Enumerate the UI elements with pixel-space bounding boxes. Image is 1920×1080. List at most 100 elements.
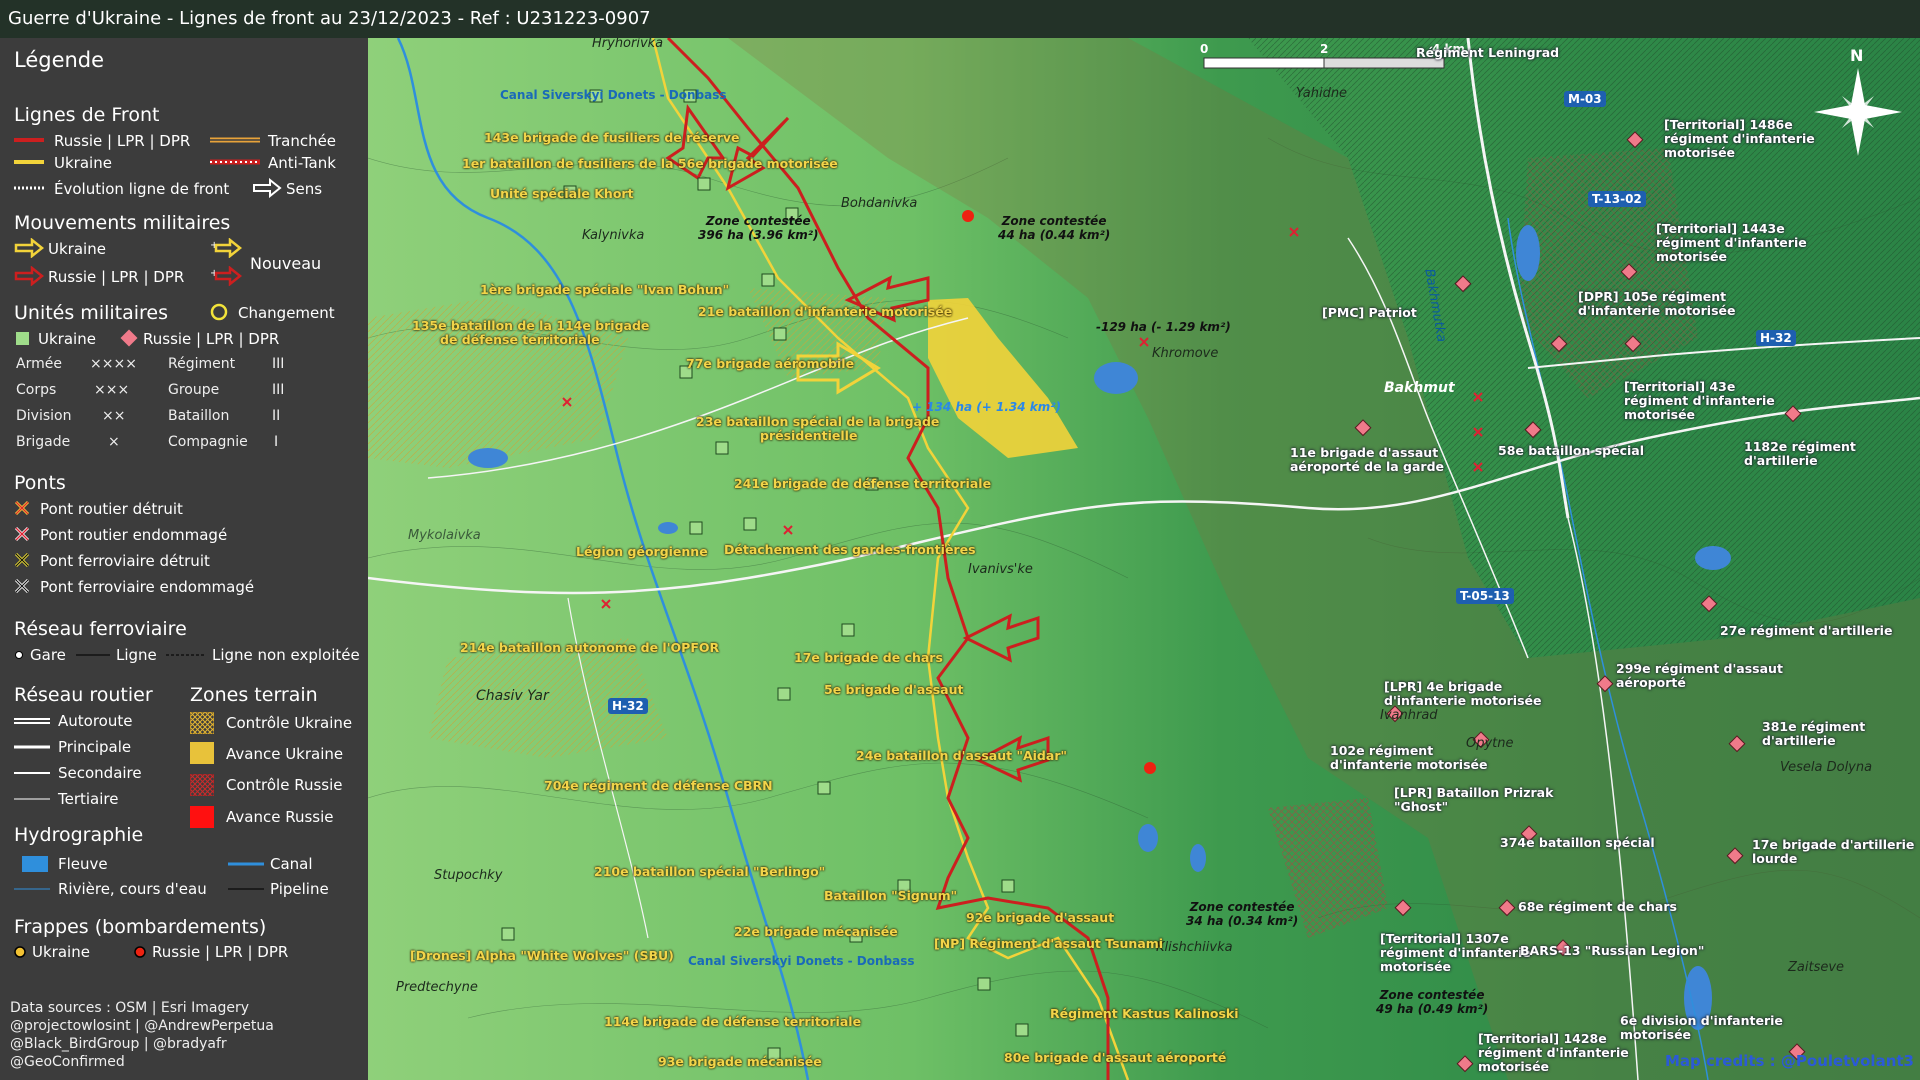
rail-unused-label: Ligne non exploitée <box>212 646 360 664</box>
russia-line-swatch <box>14 138 44 142</box>
russia-advance-swatch <box>190 806 214 828</box>
town-stupochky: Stupochky <box>434 868 503 883</box>
new-russia-arrow-icon: + <box>210 266 243 286</box>
terrain-ua-control-label: Contrôle Ukraine <box>226 714 353 732</box>
ua-unit-label: Détachement des gardes-frontières <box>724 542 976 557</box>
ukraine-advance-swatch <box>190 742 214 764</box>
ru-unit-label: régiment d'infanterie <box>1624 393 1775 408</box>
russia-strike-dot <box>1144 762 1156 774</box>
stream-swatch <box>14 888 50 890</box>
ru-unit-label: d'artillerie <box>1762 733 1836 748</box>
trench-swatch <box>210 137 260 143</box>
ukraine-strike-dot-icon <box>14 946 26 958</box>
ua-unit-label: 1ère brigade spéciale "Ivan Bohun" <box>480 282 730 297</box>
zone-3-area: 34 ha (0.34 km²) <box>1186 914 1299 928</box>
unit-ukraine-label: Ukraine <box>38 330 96 348</box>
echelon-group-symbol: III <box>272 382 285 398</box>
ru-unit-label: 381e régiment <box>1762 719 1866 734</box>
ru-unit-label: 102e régiment <box>1330 743 1434 758</box>
echelon-army: Armée <box>16 356 62 372</box>
change-label: Changement <box>238 304 335 322</box>
strike-ukraine-label: Ukraine <box>32 943 90 961</box>
ru-unit-label: 68e régiment de chars <box>1518 899 1677 914</box>
change-circle-icon <box>210 303 228 321</box>
echelon-brigade-symbol: × <box>108 434 120 450</box>
main-road-swatch <box>14 745 50 749</box>
ru-unit-label: [PMC] Patriot <box>1322 305 1417 320</box>
source-line-1: Data sources : OSM | Esri Imagery <box>10 1000 250 1016</box>
ru-unit-label: aéroporté de la garde <box>1290 459 1444 474</box>
map-canvas[interactable]: 0 2 4 km N Bohdanivka Kalynivka Chasiv Y… <box>368 38 1920 1080</box>
ru-unit-label: "Ghost" <box>1394 799 1449 814</box>
roads-title: Réseau routier <box>14 684 153 706</box>
source-line-2: @projectowlosint | @AndrewPerpetua <box>10 1018 274 1034</box>
scale-label-0: 0 <box>1200 42 1209 56</box>
ru-unit-label: [LPR] Bataillon Prizrak <box>1394 785 1554 800</box>
ru-unit-label: [Territorial] 43e <box>1624 379 1736 394</box>
ru-unit-label: [LPR] 4e brigade <box>1384 679 1503 694</box>
zone-3-title: Zone contestée <box>1189 900 1295 914</box>
ua-unit-label: 5e brigade d'assaut <box>824 682 964 697</box>
source-line-3: @Black_BirdGroup | @bradyafr <box>10 1036 227 1052</box>
front-russia-label: Russie | LPR | DPR <box>54 132 191 150</box>
ru-unit-label: 58e bataillon spécial <box>1498 443 1644 458</box>
ua-unit-label: 214e bataillon autonome de l'OPFOR <box>460 640 720 655</box>
front-ukraine-label: Ukraine <box>54 154 112 172</box>
ru-unit-label: BARS-13 "Russian Legion" <box>1520 943 1705 958</box>
town-ivanhrad: Ivanhrad <box>1380 708 1438 723</box>
ru-unit-label: 299e régiment d'assaut <box>1616 661 1783 676</box>
ru-unit-label: d'infanterie motorisée <box>1384 693 1542 708</box>
ru-unit-label: motorisée <box>1624 407 1696 422</box>
north-label: N <box>1850 46 1864 65</box>
zone-contested-2: Zone contestée 44 ha (0.44 km²) <box>998 214 1110 242</box>
ua-unit-label: 241e brigade de défense territoriale <box>734 476 992 491</box>
ukraine-move-arrow-icon <box>14 238 44 258</box>
canal-label-north: Canal Siverskyi Donets - Donbass <box>500 88 727 102</box>
ua-unit-label: 135e bataillon de la 114e brigade <box>412 318 650 333</box>
road-bridge-destroyed-icon <box>14 500 30 516</box>
evolution-swatch <box>14 186 44 190</box>
rail-station-label: Gare <box>30 646 66 664</box>
ru-unit-label: régiment d'infanterie <box>1380 945 1531 960</box>
hydro-canal-label: Canal <box>270 855 313 873</box>
ru-unit-label: motorisée <box>1380 959 1452 974</box>
river-swatch <box>22 856 48 872</box>
town-ivanivske: Ivanivs'ke <box>968 562 1033 577</box>
ua-unit-label: 93e brigade mécanisée <box>658 1054 822 1069</box>
direction-label: Sens <box>286 180 323 198</box>
road-badge-t0513: T-05-13 <box>1456 588 1514 604</box>
ua-unit-label: 80e brigade d'assaut aéroporté <box>1004 1050 1227 1065</box>
echelon-company: Compagnie <box>168 434 248 450</box>
echelon-regiment: Régiment <box>168 356 236 372</box>
bridge-label-1: Pont routier détruit <box>40 500 183 518</box>
town-vesela-dolyna: Vesela Dolyna <box>1780 760 1873 775</box>
ua-unit-label: Régiment Kastus Kalinoski <box>1050 1006 1239 1021</box>
rail-bridge-destroyed-icon <box>14 552 30 568</box>
rail-line-label: Ligne <box>116 646 157 664</box>
canal-label-south: Canal Siverskyi Donets - Donbass <box>688 954 915 968</box>
pipeline-swatch <box>228 888 264 890</box>
ua-unit-label: 92e brigade d'assaut <box>966 910 1115 925</box>
unit-russia-label: Russie | LPR | DPR <box>143 330 280 348</box>
russia-move-arrow-icon <box>14 266 44 286</box>
ukraine-control-swatch <box>190 712 214 734</box>
town-mykolaivka: Mykolaivka <box>408 528 481 543</box>
scale-bar-graphic <box>1203 57 1445 69</box>
russia-strike-dot <box>962 210 974 222</box>
road-bridge-damaged-icon <box>14 526 30 542</box>
move-ukraine-label: Ukraine <box>48 240 106 258</box>
russia-unit-diamond-icon <box>120 329 138 347</box>
road-badge-m03: M-03 <box>1564 91 1606 107</box>
rail-title: Réseau ferroviaire <box>14 618 187 640</box>
ru-unit-label: régiment d'infanterie <box>1478 1045 1629 1060</box>
ua-unit-label: 21e bataillon d'infanterie motorisée <box>698 304 953 319</box>
ru-unit-label: [Territorial] 1443e <box>1656 221 1785 236</box>
echelon-corps-symbol: ××× <box>94 382 130 398</box>
echelon-battalion: Bataillon <box>168 408 230 424</box>
road-badge-t1302: T-13-02 <box>1588 191 1646 207</box>
hydro-title: Hydrographie <box>14 824 144 846</box>
town-hryhorivka: Hryhorivka <box>592 38 664 51</box>
scale-label-2: 2 <box>1320 42 1329 56</box>
echelon-battalion-symbol: II <box>272 408 281 424</box>
ru-unit-label: d'infanterie motorisée <box>1330 757 1488 772</box>
